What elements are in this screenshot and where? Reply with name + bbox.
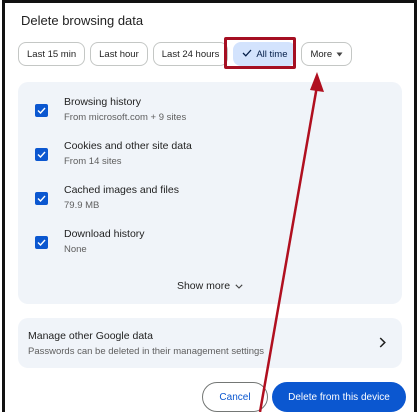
row-title: Cookies and other site data bbox=[64, 140, 192, 152]
data-type-row-cached-images[interactable]: Cached images and files 79.9 MB bbox=[18, 180, 402, 224]
manage-other-google-data[interactable]: Manage other Google data Passwords can b… bbox=[18, 318, 402, 368]
manage-subtitle: Passwords can be deleted in their manage… bbox=[28, 346, 265, 357]
chip-all-time[interactable]: All time bbox=[233, 42, 297, 66]
chip-last-hour[interactable]: Last hour bbox=[90, 42, 148, 66]
chevron-right-icon bbox=[379, 335, 386, 353]
row-subtitle: From 14 sites bbox=[64, 156, 122, 167]
cancel-button[interactable]: Cancel bbox=[202, 382, 268, 412]
row-title: Cached images and files bbox=[64, 184, 179, 196]
chip-label: More bbox=[310, 48, 333, 60]
data-types-panel: Browsing history From microsoft.com + 9 … bbox=[18, 82, 402, 304]
time-range-chips: Last 15 min Last hour Last 24 hours All … bbox=[18, 40, 353, 68]
chip-label: Last 15 min bbox=[27, 48, 77, 60]
check-icon bbox=[242, 49, 252, 60]
chip-label: All time bbox=[256, 48, 288, 60]
checkbox-checked-icon[interactable] bbox=[35, 104, 48, 117]
chip-last-15-min[interactable]: Last 15 min bbox=[18, 42, 86, 66]
delete-from-device-button[interactable]: Delete from this device bbox=[272, 382, 406, 412]
data-type-row-browsing-history[interactable]: Browsing history From microsoft.com + 9 … bbox=[18, 92, 402, 136]
checkbox-checked-icon[interactable] bbox=[35, 192, 48, 205]
chip-label: Last 24 hours bbox=[161, 48, 220, 60]
row-title: Download history bbox=[64, 228, 145, 240]
data-type-row-download-history[interactable]: Download history None bbox=[18, 224, 402, 268]
dialog-title: Delete browsing data bbox=[21, 13, 144, 28]
show-more-label: Show more bbox=[176, 280, 231, 292]
row-title: Browsing history bbox=[64, 96, 142, 108]
checkbox-checked-icon[interactable] bbox=[35, 236, 48, 249]
data-type-row-cookies[interactable]: Cookies and other site data From 14 site… bbox=[18, 136, 402, 180]
manage-title: Manage other Google data bbox=[28, 330, 153, 342]
row-subtitle: None bbox=[64, 244, 87, 255]
chevron-down-icon bbox=[235, 280, 243, 292]
show-more-button[interactable]: Show more bbox=[18, 280, 402, 292]
chip-last-24-hours[interactable]: Last 24 hours bbox=[152, 42, 229, 66]
chip-label: Last hour bbox=[99, 48, 139, 60]
dropdown-triangle-icon bbox=[336, 49, 343, 60]
checkbox-checked-icon[interactable] bbox=[35, 148, 48, 161]
row-subtitle: From microsoft.com + 9 sites bbox=[64, 112, 187, 123]
row-subtitle: 79.9 MB bbox=[64, 200, 100, 211]
chip-more[interactable]: More bbox=[301, 42, 353, 66]
